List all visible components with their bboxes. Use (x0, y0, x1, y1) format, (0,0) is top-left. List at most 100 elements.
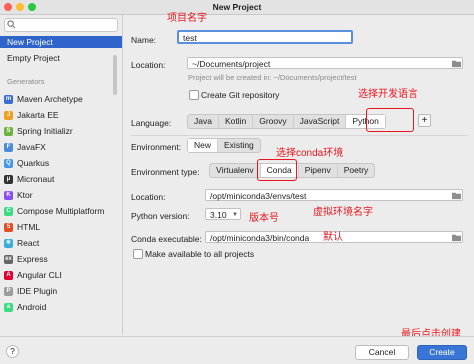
environment-label: Environment: (131, 142, 182, 152)
conda-executable-value: /opt/miniconda3/bin/conda (210, 233, 310, 243)
generator-label: Express (17, 254, 48, 264)
project-name-field[interactable]: test (177, 30, 353, 44)
android-icon: a (4, 302, 13, 312)
sidebar-item-generator[interactable]: ex Express (4, 253, 48, 265)
divider (131, 135, 468, 136)
language-selector: Java Kotlin Groovy JavaScript Python (187, 114, 386, 129)
language-option[interactable]: Java (188, 115, 219, 128)
sidebar-item-generator[interactable]: P IDE Plugin (4, 285, 57, 297)
javafx-icon: F (4, 142, 13, 152)
sidebar-item-generator[interactable]: J Jakarta EE (4, 109, 59, 121)
sidebar-item-generator[interactable]: 5 HTML (4, 221, 40, 233)
available-all-projects-checkbox[interactable] (133, 249, 143, 259)
window-title: New Project (212, 2, 262, 12)
maven-icon: m (4, 94, 13, 104)
environment-type-label: Environment type: (131, 167, 200, 177)
python-version-label: Python version: (131, 211, 190, 221)
highlight-conda (257, 159, 297, 181)
ktor-icon: K (4, 190, 13, 200)
generator-label: Micronaut (17, 174, 55, 184)
location-value: ~/Documents/project (192, 59, 271, 69)
sidebar-scrollbar[interactable] (113, 55, 117, 95)
react-icon: ⚛ (4, 238, 13, 248)
generator-label: Compose Multiplatform (17, 206, 105, 216)
annotation-select-conda: 选择conda环境 (276, 148, 344, 159)
annotation-env-name: 虚拟环境名字 (313, 207, 373, 218)
conda-executable-label: Conda executable: (131, 234, 202, 244)
plugin-icon: P (4, 286, 13, 296)
sidebar-item-generator[interactable]: S Spring Initializr (4, 125, 73, 137)
annotation-default: 默认 (323, 232, 343, 243)
folder-icon[interactable] (451, 233, 462, 242)
sidebar-item-generator[interactable]: C Compose Multiplatform (4, 205, 104, 217)
git-repo-checkbox[interactable] (189, 90, 199, 100)
express-icon: ex (4, 254, 13, 264)
sidebar-item-generator[interactable]: ⚛ React (4, 237, 39, 249)
sidebar-item-generator[interactable]: m Maven Archetype (4, 93, 83, 105)
search-icon (7, 20, 16, 29)
help-button[interactable]: ? (6, 345, 19, 358)
generator-label: Spring Initializr (17, 126, 73, 136)
sidebar-item-new-project[interactable]: New Project (0, 36, 122, 48)
generator-label: Android (17, 302, 47, 312)
compose-icon: C (4, 206, 13, 216)
sidebar-item-generator[interactable]: F JavaFX (4, 141, 46, 153)
html-icon: 5 (4, 222, 13, 232)
sidebar-search-input[interactable] (4, 18, 118, 32)
jakarta-icon: J (4, 110, 13, 120)
add-language-button[interactable]: + (418, 114, 431, 127)
environment-option[interactable]: New (188, 139, 219, 152)
environment-selector: New Existing (187, 138, 261, 153)
conda-location-label: Location: (131, 192, 166, 202)
folder-icon[interactable] (451, 191, 462, 200)
generator-label: Ktor (17, 190, 33, 200)
git-repo-label: Create Git repository (201, 90, 280, 100)
language-option[interactable]: Kotlin (219, 115, 254, 128)
language-label: Language: (131, 118, 172, 128)
annotation-version: 版本号 (249, 213, 279, 224)
highlight-python (366, 108, 414, 132)
environment-type-option[interactable]: Virtualenv (210, 164, 261, 177)
sidebar-item-generator[interactable]: a Android (4, 301, 46, 313)
sidebar-item-generator[interactable]: μ Micronaut (4, 173, 54, 185)
cancel-button[interactable]: Cancel (355, 345, 409, 360)
angular-icon: A (4, 270, 13, 280)
quarkus-icon: Q (4, 158, 13, 168)
generator-label: Jakarta EE (17, 110, 59, 120)
location-field[interactable]: ~/Documents/project (187, 57, 463, 69)
generator-label: JavaFX (17, 142, 46, 152)
environment-option[interactable]: Existing (218, 139, 260, 152)
python-version-value: 3.10 (210, 210, 227, 220)
environment-type-option[interactable]: Poetry (338, 164, 375, 177)
folder-icon[interactable] (451, 59, 462, 68)
chevron-down-icon: ▼ (232, 212, 238, 218)
language-option[interactable]: Groovy (253, 115, 294, 128)
conda-location-value: /opt/miniconda3/envs/test (210, 191, 307, 201)
generator-label: Maven Archetype (17, 94, 83, 104)
sidebar-item-generator[interactable]: Q Quarkus (4, 157, 49, 169)
conda-location-field[interactable]: /opt/miniconda3/envs/test (205, 189, 463, 201)
sidebar-item-generator[interactable]: K Ktor (4, 189, 33, 201)
create-button[interactable]: Create (417, 345, 467, 360)
generator-label: React (17, 238, 40, 248)
generator-label: HTML (17, 222, 41, 232)
python-version-select[interactable]: 3.10 ▼ (205, 208, 241, 220)
language-option[interactable]: JavaScript (294, 115, 347, 128)
annotation-project-name: 项目名字 (167, 13, 207, 24)
environment-type-option[interactable]: Pipenv (299, 164, 338, 177)
sidebar-item-generator[interactable]: A Angular CLI (4, 269, 62, 281)
available-all-projects-label: Make available to all projects (145, 249, 255, 259)
generators-section-label: Generators (7, 77, 45, 86)
location-label: Location: (131, 60, 166, 70)
title-bar: New Project (0, 0, 474, 15)
sidebar-item-empty-project[interactable]: Empty Project (0, 52, 122, 64)
dialog-footer: ? Cancel Create (0, 336, 474, 364)
name-label: Name: (131, 35, 157, 45)
generator-label: Quarkus (17, 158, 50, 168)
project-settings-panel: Name: test Location: ~/Documents/project… (123, 13, 474, 340)
spring-icon: S (4, 126, 13, 136)
sidebar: New Project Empty Project Generators m Ma… (0, 15, 123, 335)
location-hint: Project will be created in: ~/Documents/… (188, 73, 357, 82)
generator-label: Angular CLI (17, 270, 62, 280)
generator-label: IDE Plugin (17, 286, 58, 296)
